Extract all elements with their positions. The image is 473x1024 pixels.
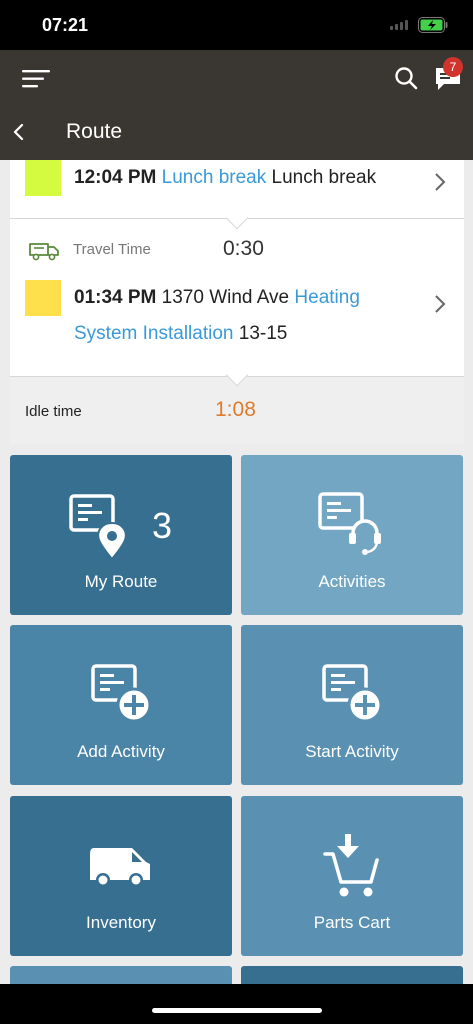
add-activity-icon	[91, 664, 152, 723]
signal-icon	[390, 20, 410, 30]
tile-label: My Route	[84, 572, 158, 591]
activities-headset-icon	[318, 492, 381, 555]
activity-time: 01:34 PM	[74, 287, 157, 308]
page-title: Route	[66, 120, 123, 143]
activities-tile[interactable]: Activities	[241, 455, 463, 615]
activity-name: 13-15	[238, 323, 288, 344]
travel-time-label: Travel Time	[73, 241, 151, 258]
tile-partial[interactable]	[241, 966, 463, 984]
start-activity-icon	[322, 664, 383, 723]
add-activity-tile[interactable]: Add Activity	[10, 625, 232, 785]
activity-type: Lunch break	[161, 167, 267, 188]
van-icon	[90, 848, 150, 887]
travel-time-value: 0:30	[223, 237, 264, 260]
status-bar: 07:21	[0, 0, 473, 50]
parts-cart-tile[interactable]: Parts Cart	[241, 796, 463, 956]
search-icon[interactable]	[394, 66, 418, 90]
chevron-right-icon	[435, 173, 446, 191]
activity-status-marker	[25, 280, 61, 316]
idle-time-row: Idle time 1:08	[10, 363, 464, 444]
back-chevron-icon[interactable]	[12, 122, 26, 142]
tile-label: Activities	[318, 572, 386, 591]
route-count: 3	[152, 505, 173, 546]
activity-name: Lunch break	[271, 167, 377, 188]
notification-badge: 7	[443, 57, 463, 77]
tile-label: Parts Cart	[313, 913, 391, 932]
home-bar-area	[0, 984, 473, 1024]
timeline-notch	[225, 363, 249, 387]
activity-address: 1370 Wind Ave	[161, 287, 290, 308]
activity-type: Heating	[294, 287, 360, 308]
timeline-notch	[225, 206, 249, 230]
start-activity-tile[interactable]: Start Activity	[241, 625, 463, 785]
tile-label: Inventory	[86, 913, 156, 932]
activity-type-continued: System Installation	[74, 323, 234, 344]
hamburger-menu-icon[interactable]	[22, 69, 50, 89]
chevron-right-icon	[435, 295, 446, 313]
my-route-tile[interactable]: 3 My Route	[10, 455, 232, 615]
route-timeline: 12:04 PM Lunch break Lunch break Travel …	[10, 160, 464, 444]
activity-time: 12:04 PM	[74, 167, 157, 188]
activity-status-marker	[25, 160, 61, 196]
idle-time-value: 1:08	[215, 398, 256, 421]
tile-label: Add Activity	[77, 742, 165, 761]
route-map-pin-icon	[69, 494, 127, 561]
tile-partial[interactable]	[10, 966, 232, 984]
battery-icon	[418, 17, 448, 33]
home-indicator[interactable]	[152, 1008, 322, 1013]
inventory-tile[interactable]: Inventory	[10, 796, 232, 956]
status-time: 07:21	[42, 15, 89, 35]
cart-download-icon	[323, 834, 379, 897]
tile-label: Start Activity	[305, 742, 399, 761]
idle-time-label: Idle time	[25, 403, 82, 420]
van-travel-icon	[29, 243, 59, 261]
